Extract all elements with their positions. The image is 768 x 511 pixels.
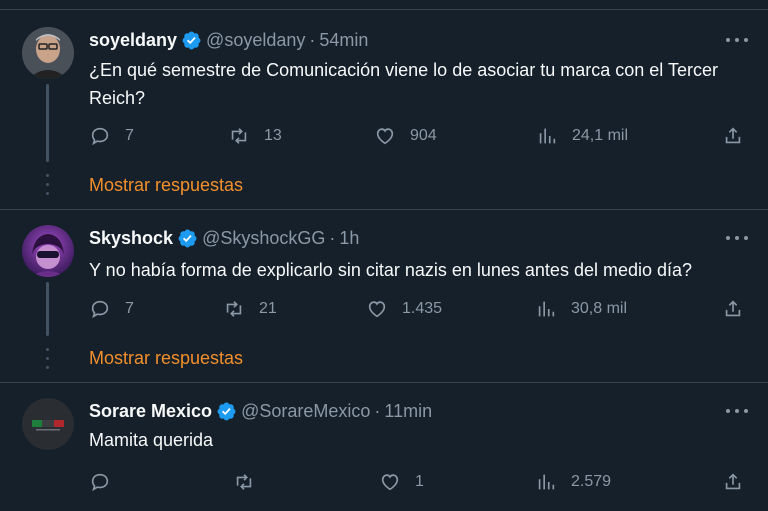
- verified-badge-icon: [178, 229, 197, 247]
- handle[interactable]: @SkyshockGG: [202, 228, 325, 249]
- tweet-actions: 7 13 904 24,1 mil: [89, 124, 749, 148]
- retweet-count: 13: [264, 127, 282, 144]
- show-replies-link[interactable]: Mostrar respuestas: [89, 175, 243, 196]
- views-icon: [539, 128, 556, 144]
- retweet-icon: [236, 474, 252, 490]
- sorare-logo-icon: [22, 398, 74, 450]
- retweet-button[interactable]: 13: [228, 124, 282, 148]
- retweet-count: 21: [259, 300, 277, 317]
- more-options-icon[interactable]: [726, 227, 748, 249]
- tweet-text: Mamita querida: [89, 430, 214, 450]
- display-name[interactable]: Sorare Mexico: [89, 401, 212, 422]
- avatar-image: [22, 27, 74, 79]
- heart-icon: [376, 128, 394, 145]
- retweet-icon: [231, 128, 247, 144]
- share-icon: [725, 473, 741, 490]
- share-button[interactable]: [722, 124, 744, 148]
- separator: ·: [374, 400, 381, 421]
- share-icon: [725, 127, 741, 144]
- share-button[interactable]: [722, 297, 744, 321]
- timestamp[interactable]: 11min: [384, 401, 432, 422]
- share-button[interactable]: [722, 470, 744, 494]
- reply-icon: [91, 300, 109, 319]
- display-name[interactable]: soyeldany: [89, 30, 177, 51]
- like-button[interactable]: 1.435: [366, 297, 442, 321]
- retweet-icon: [226, 301, 242, 317]
- avatar[interactable]: [22, 225, 74, 277]
- retweet-button[interactable]: 21: [223, 297, 277, 321]
- separator: ·: [309, 29, 316, 50]
- thread-dots: [44, 348, 50, 375]
- retweet-button[interactable]: [233, 470, 269, 494]
- avatar[interactable]: [22, 27, 74, 79]
- tweet-actions: 7 21 1.435 30,8 mil: [89, 297, 749, 321]
- tweet-text: Y no había forma de explicarlo sin citar…: [89, 260, 693, 280]
- avatar[interactable]: [22, 398, 74, 450]
- verified-badge-icon: [217, 402, 236, 420]
- reply-icon: [91, 473, 109, 492]
- reply-button[interactable]: 7: [89, 124, 134, 148]
- tweet-soyeldany[interactable]: soyeldany @soyeldany · 54min ¿En qué sem…: [0, 0, 768, 210]
- tweet-soraremexico[interactable]: Sorare Mexico @SorareMexico · 11min Mami…: [0, 383, 768, 511]
- tweet-header: soyeldany @soyeldany · 54min: [89, 29, 368, 51]
- tweet-header: Skyshock @SkyshockGG · 1h: [89, 227, 359, 249]
- heart-icon: [381, 474, 399, 491]
- views-button[interactable]: 2.579: [535, 470, 611, 494]
- more-options-icon[interactable]: [726, 400, 748, 422]
- reply-button[interactable]: [89, 470, 125, 494]
- heart-icon: [368, 301, 386, 318]
- like-count: 904: [410, 127, 437, 144]
- thread-line: [46, 282, 49, 336]
- view-count: 2.579: [571, 473, 612, 490]
- timestamp[interactable]: 1h: [339, 228, 359, 249]
- reply-button[interactable]: 7: [89, 297, 134, 321]
- views-icon: [538, 474, 555, 490]
- tweet-skyshock[interactable]: Skyshock @SkyshockGG · 1h Y no había for…: [0, 210, 768, 382]
- like-count: 1.435: [402, 300, 443, 317]
- timestamp[interactable]: 54min: [319, 30, 368, 51]
- views-button[interactable]: 30,8 mil: [535, 297, 627, 321]
- views-button[interactable]: 24,1 mil: [536, 124, 628, 148]
- more-options-icon[interactable]: [726, 29, 748, 51]
- reply-icon: [91, 127, 109, 146]
- thread-dots: [44, 174, 50, 201]
- share-icon: [725, 300, 741, 317]
- views-icon: [538, 301, 555, 317]
- verified-badge-icon: [182, 31, 201, 49]
- view-count: 30,8 mil: [571, 300, 628, 317]
- view-count: 24,1 mil: [572, 127, 629, 144]
- reply-count: 7: [125, 300, 134, 317]
- reply-count: 7: [125, 127, 134, 144]
- show-replies-link[interactable]: Mostrar respuestas: [89, 348, 243, 369]
- handle[interactable]: @soyeldany: [206, 30, 305, 51]
- like-count: 1: [415, 473, 424, 490]
- like-button[interactable]: 1: [379, 470, 424, 494]
- tweet-header: Sorare Mexico @SorareMexico · 11min: [89, 400, 432, 422]
- display-name[interactable]: Skyshock: [89, 228, 173, 249]
- handle[interactable]: @SorareMexico: [241, 401, 370, 422]
- thread-line: [46, 84, 49, 162]
- tweet-text: ¿En qué semestre de Comunicación viene l…: [89, 60, 718, 108]
- avatar-image: [22, 225, 74, 277]
- separator: ·: [329, 227, 336, 248]
- tweet-actions: 1 2.579: [89, 470, 749, 494]
- like-button[interactable]: 904: [374, 124, 437, 148]
